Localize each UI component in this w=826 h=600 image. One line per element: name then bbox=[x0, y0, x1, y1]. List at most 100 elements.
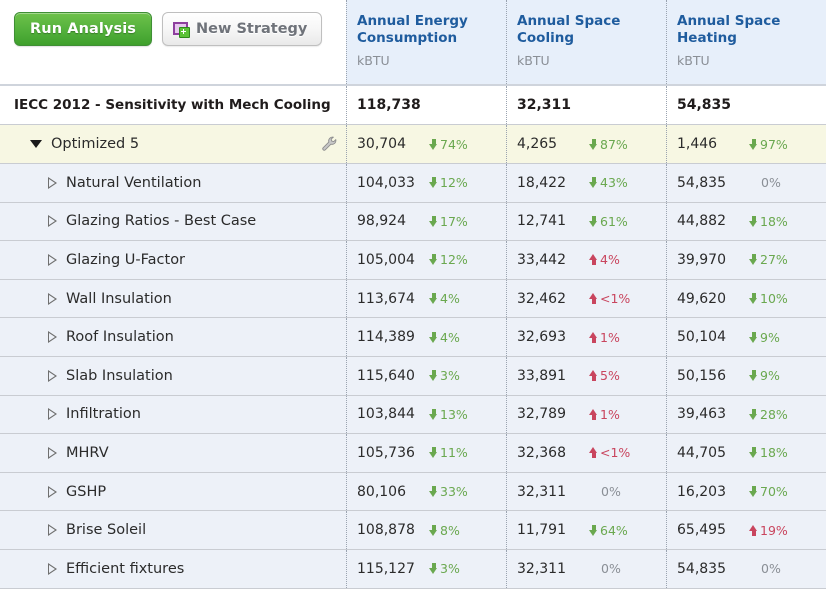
cell-value: 33,442 bbox=[517, 251, 566, 268]
measure-cell-energy: 108,878 8% bbox=[346, 511, 506, 549]
cell-value: 108,878 bbox=[357, 522, 415, 539]
toolbar: Run Analysis New Strategy bbox=[0, 0, 346, 84]
measure-row[interactable]: GSHP 80,106 33% 32,311 0% 16,203 70% bbox=[0, 472, 826, 512]
cell-delta-value: 9% bbox=[760, 368, 780, 384]
cell-value: 105,004 bbox=[357, 251, 415, 268]
measure-name-cell: MHRV bbox=[0, 434, 346, 472]
cell-delta: 4% bbox=[589, 252, 620, 267]
cell-delta-value: 87% bbox=[600, 136, 628, 152]
arrow-up-icon bbox=[589, 370, 598, 382]
cell-delta-value: 11% bbox=[440, 445, 468, 461]
arrow-down-icon bbox=[749, 293, 758, 305]
cell-delta: 18% bbox=[749, 214, 788, 229]
cell-delta: 10% bbox=[749, 291, 788, 306]
cell-value: 39,463 bbox=[677, 406, 726, 423]
caret-right-icon[interactable] bbox=[48, 562, 57, 575]
cell-delta: 0% bbox=[761, 175, 781, 190]
arrow-down-icon bbox=[749, 486, 758, 498]
cell-value: 104,033 bbox=[357, 174, 415, 191]
cell-delta: <1% bbox=[589, 291, 630, 306]
caret-right-icon[interactable] bbox=[48, 446, 57, 459]
cell-value: 32,311 bbox=[517, 97, 572, 113]
caret-right-icon[interactable] bbox=[48, 176, 57, 189]
cell-value: 50,156 bbox=[677, 367, 726, 384]
cell-value: 32,693 bbox=[517, 329, 566, 346]
strategy-name-cell: Optimized 5 bbox=[0, 125, 346, 163]
measure-cell-energy: 105,004 12% bbox=[346, 241, 506, 279]
cell-delta: 0% bbox=[601, 484, 621, 499]
arrow-down-icon bbox=[429, 524, 438, 536]
caret-down-icon[interactable] bbox=[30, 140, 42, 148]
measure-name-cell: Infiltration bbox=[0, 396, 346, 434]
column-header-annual-space-cooling[interactable]: Annual Space Cooling kBTU bbox=[506, 0, 666, 84]
measure-cell-cooling: 32,368 <1% bbox=[506, 434, 666, 472]
cell-value: 4,265 bbox=[517, 136, 558, 152]
arrow-down-icon bbox=[749, 408, 758, 420]
caret-right-icon[interactable] bbox=[48, 369, 57, 382]
measure-row[interactable]: Natural Ventilation 104,033 12% 18,422 43% 54… bbox=[0, 164, 826, 203]
arrow-down-icon bbox=[429, 331, 438, 343]
arrow-down-icon bbox=[589, 138, 598, 150]
baseline-row[interactable]: IECC 2012 - Sensitivity with Mech Coolin… bbox=[0, 86, 826, 125]
cell-delta-value: <1% bbox=[600, 445, 631, 461]
cell-delta-value: <1% bbox=[600, 291, 631, 307]
cell-delta-value: 4% bbox=[440, 329, 460, 345]
wrench-icon[interactable] bbox=[320, 135, 338, 153]
measure-row[interactable]: Infiltration 103,844 13% 32,789 1% 39,463 28% bbox=[0, 395, 826, 435]
measure-cell-cooling: 32,462 <1% bbox=[506, 279, 666, 318]
caret-right-icon[interactable] bbox=[48, 331, 57, 344]
caret-right-icon[interactable] bbox=[48, 485, 57, 498]
strategy-comparison-table: Run Analysis New Strategy Annual Energy … bbox=[0, 0, 826, 600]
new-strategy-button[interactable]: New Strategy bbox=[162, 12, 323, 46]
cell-value: 65,495 bbox=[677, 522, 726, 539]
table-body: IECC 2012 - Sensitivity with Mech Coolin… bbox=[0, 86, 826, 589]
cell-delta-value: 0% bbox=[601, 561, 621, 577]
measure-row[interactable]: Brise Soleil 108,878 8% 11,791 64% 65,495 19% bbox=[0, 511, 826, 550]
measure-cell-cooling: 18,422 43% bbox=[506, 164, 666, 202]
cell-delta-value: 0% bbox=[601, 484, 621, 500]
arrow-up-icon bbox=[589, 254, 598, 266]
strategy-row-optimized-5[interactable]: Optimized 5 30,704 74% 4,265 87% 1,446 9… bbox=[0, 125, 826, 164]
cell-delta-value: 18% bbox=[760, 213, 788, 229]
measure-cell-energy: 104,033 12% bbox=[346, 164, 506, 202]
measure-cell-heating: 16,203 70% bbox=[666, 472, 826, 511]
measure-cell-energy: 114,389 4% bbox=[346, 318, 506, 356]
run-analysis-button[interactable]: Run Analysis bbox=[14, 12, 153, 46]
cell-delta: 1% bbox=[589, 330, 620, 345]
arrow-down-icon bbox=[749, 331, 758, 343]
cell-delta: 5% bbox=[589, 368, 620, 383]
cell-delta-value: 19% bbox=[760, 522, 788, 538]
cell-delta: 1% bbox=[589, 407, 620, 422]
arrow-down-icon bbox=[429, 447, 438, 459]
cell-delta: 97% bbox=[749, 137, 788, 152]
cell-delta-value: 17% bbox=[440, 213, 468, 229]
baseline-cell-cooling: 32,311 bbox=[506, 86, 666, 124]
measure-row[interactable]: Slab Insulation 115,640 3% 33,891 5% 50,156 9% bbox=[0, 356, 826, 396]
cell-delta: 27% bbox=[749, 252, 788, 267]
measure-row[interactable]: Efficient fixtures 115,127 3% 32,311 0% 54,83… bbox=[0, 549, 826, 589]
caret-right-icon[interactable] bbox=[48, 253, 57, 266]
cell-delta: 4% bbox=[429, 291, 460, 306]
caret-right-icon[interactable] bbox=[48, 292, 57, 305]
measure-cell-energy: 115,127 3% bbox=[346, 549, 506, 588]
cell-delta-value: 4% bbox=[440, 291, 460, 307]
measure-cell-cooling: 12,741 61% bbox=[506, 202, 666, 241]
cell-delta: 87% bbox=[589, 137, 628, 152]
measure-row[interactable]: Glazing Ratios - Best Case 98,924 17% 12,74… bbox=[0, 202, 826, 242]
measure-cell-cooling: 11,791 64% bbox=[506, 511, 666, 549]
column-header-annual-energy-consumption[interactable]: Annual Energy Consumption kBTU bbox=[346, 0, 506, 84]
caret-right-icon[interactable] bbox=[48, 408, 57, 421]
caret-right-icon[interactable] bbox=[48, 215, 57, 228]
arrow-up-icon bbox=[749, 524, 758, 536]
measure-name-cell: Glazing Ratios - Best Case bbox=[0, 203, 346, 241]
measure-row[interactable]: Wall Insulation 113,674 4% 32,462 <1% 49,620 1… bbox=[0, 279, 826, 319]
measure-name-cell: Brise Soleil bbox=[0, 511, 346, 549]
caret-right-icon[interactable] bbox=[48, 524, 57, 537]
cell-value: 54,835 bbox=[677, 560, 726, 577]
measure-row[interactable]: MHRV 105,736 11% 32,368 <1% 44,705 18% bbox=[0, 434, 826, 473]
measure-name: Wall Insulation bbox=[66, 290, 172, 307]
measure-row[interactable]: Roof Insulation 114,389 4% 32,693 1% 50,104 9% bbox=[0, 318, 826, 357]
cell-delta: <1% bbox=[589, 445, 630, 460]
measure-row[interactable]: Glazing U-Factor 105,004 12% 33,442 4% 39,970… bbox=[0, 241, 826, 280]
column-header-annual-space-heating[interactable]: Annual Space Heating kBTU bbox=[666, 0, 826, 84]
